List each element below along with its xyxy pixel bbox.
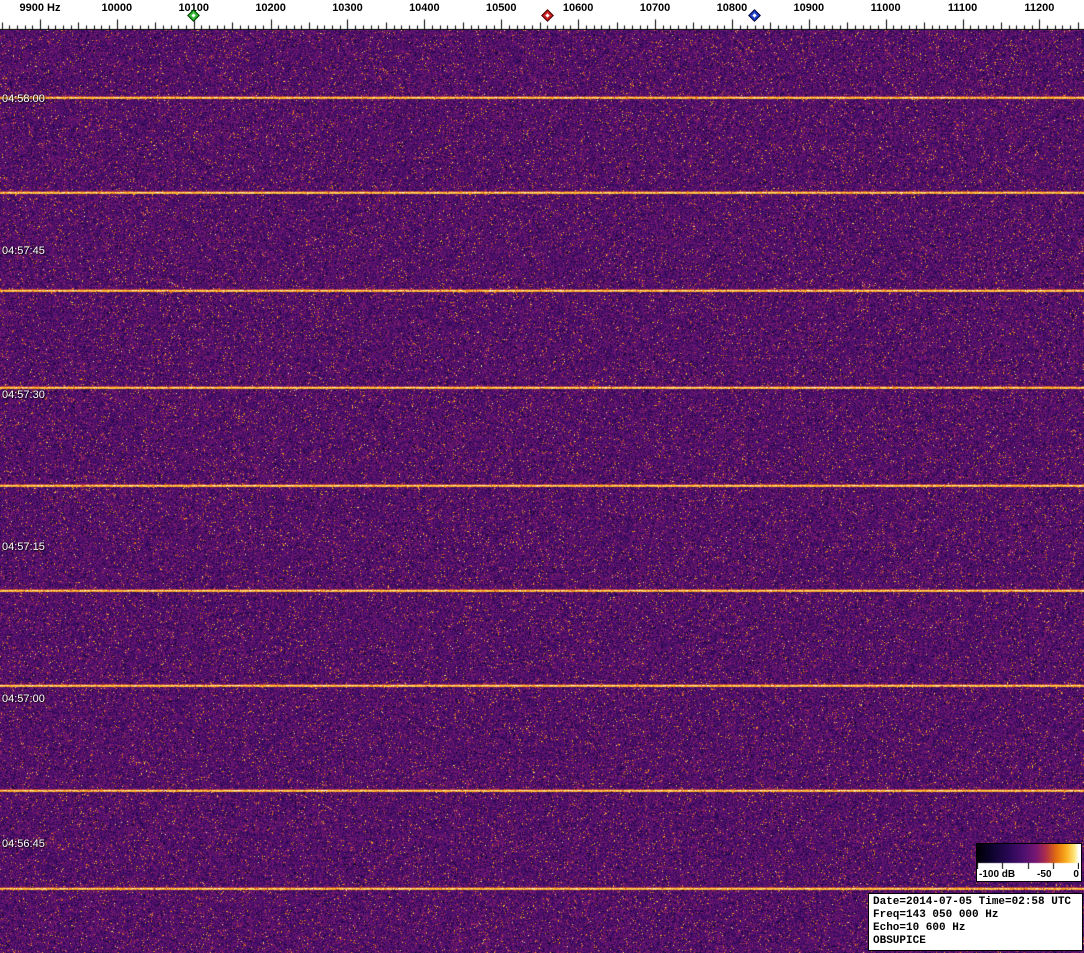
- ruler-tick-label: 10000: [101, 2, 133, 14]
- ruler-tick-label: 10500: [485, 2, 517, 14]
- ruler-tick-label: 10700: [639, 2, 671, 14]
- ruler-tick-label: 11000: [870, 2, 901, 14]
- colorbar-max-label: 0: [1073, 869, 1079, 880]
- spectrogram-window: 9900 Hz 10000 10100 10200 10300 10400 10500 106…: [0, 0, 1084, 953]
- freq-marker-core: [191, 13, 196, 18]
- spectrogram-canvas[interactable]: [0, 30, 1084, 953]
- ruler-tick-label: 10800: [716, 2, 748, 14]
- colorbar-gradient: [977, 844, 1079, 869]
- time-axis-label: 04:57:00: [2, 693, 45, 705]
- colorbar-min-label: -100 dB: [979, 869, 1016, 880]
- info-echo-line: Echo=10 600 Hz: [873, 922, 966, 934]
- colorbar-mid-label: -50: [1037, 869, 1052, 880]
- info-freq-line: Freq=143 050 000 Hz: [873, 909, 999, 921]
- ruler-tick-label: 10200: [255, 2, 286, 14]
- time-axis-label: 04:58:00: [2, 93, 45, 105]
- freq-marker-core: [545, 13, 550, 18]
- time-axis-label: 04:57:45: [2, 245, 45, 257]
- time-axis-label: 04:56:45: [2, 838, 45, 850]
- info-station-line: OBSUPICE: [873, 935, 926, 947]
- info-date-line: Date=2014-07-05 Time=02:58 UTC: [873, 896, 1072, 908]
- colorbar-legend: -100 dB -50 0: [976, 843, 1082, 882]
- freq-marker-core: [752, 13, 758, 18]
- ruler-tick-label: 10900: [793, 2, 825, 14]
- ruler-tick-label: 9900 Hz: [19, 2, 61, 14]
- time-axis-label: 04:57:30: [2, 389, 45, 401]
- time-axis-label: 04:57:15: [2, 541, 45, 553]
- frequency-ruler[interactable]: 9900 Hz 10000 10100 10200 10300 10400 10500 106…: [0, 0, 1084, 30]
- ruler-tick-label: 11200: [1024, 2, 1055, 14]
- waterfall-area[interactable]: 04:58:00 04:57:45 04:57:30 04:57:15 04:57:00…: [0, 30, 1084, 953]
- info-box: Date=2014-07-05 Time=02:58 UTC Freq=143 …: [868, 893, 1083, 951]
- ruler-tick-label: 10300: [332, 2, 363, 14]
- ruler-tick-label: 11100: [947, 2, 978, 14]
- ruler-tick-label: 10600: [562, 2, 594, 14]
- ruler-tick-label: 10400: [409, 2, 440, 14]
- colorbar-labels: -100 dB -50 0: [977, 869, 1081, 881]
